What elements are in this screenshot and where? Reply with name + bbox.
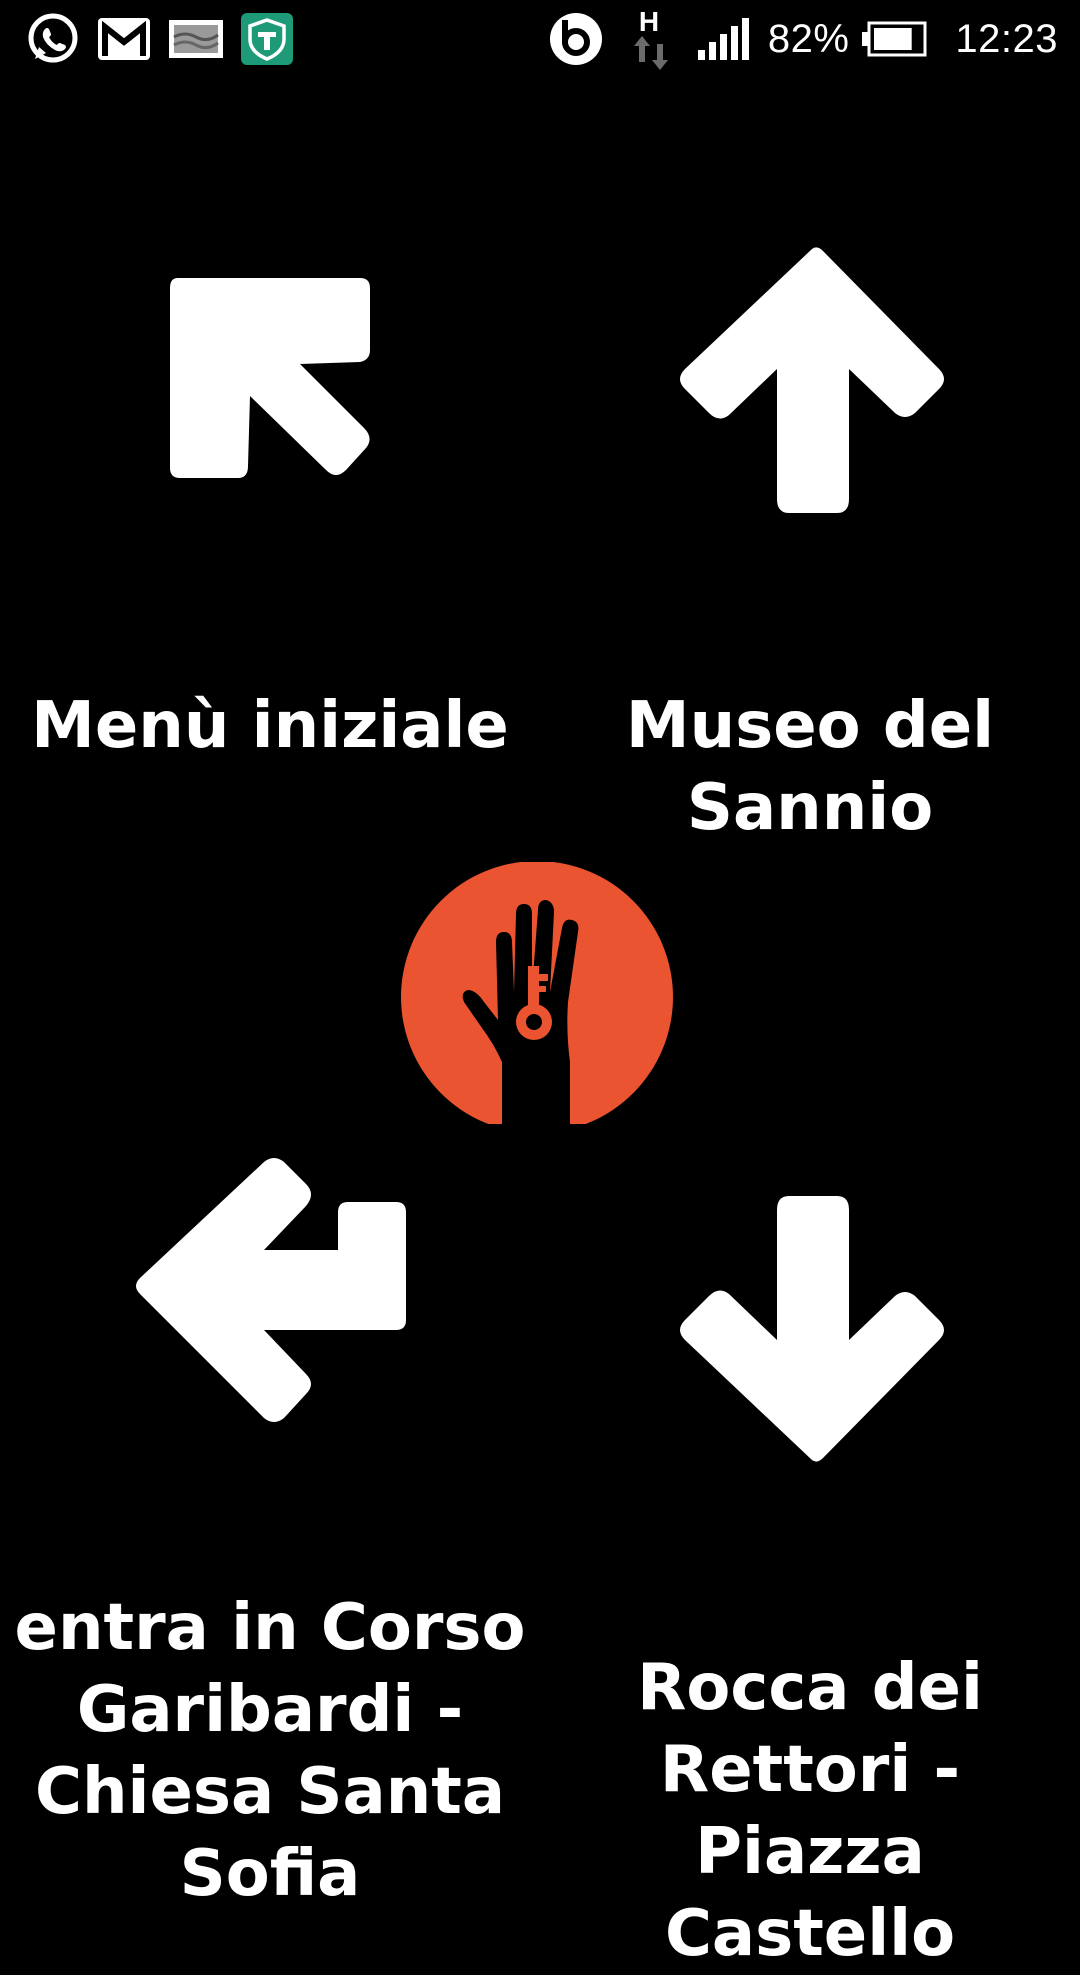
nav-label: Museo del Sannio — [625, 689, 995, 845]
nav-label: Menù iniziale — [31, 689, 509, 763]
h-network-data-icon: H — [630, 6, 674, 70]
signal-strength-icon — [696, 16, 754, 62]
whatsapp-icon — [22, 9, 82, 69]
arrow-turn-left-icon — [136, 1158, 406, 1422]
nav-label: Rocca dei Rettori - Piazza Castello — [637, 1651, 983, 1971]
shield-app-icon — [240, 12, 294, 66]
nav-rocca-dei-rettori-button[interactable]: Rocca dei Rettori - Piazza Castello — [540, 1170, 1080, 1971]
system-status: H 82% 12:23 — [548, 6, 1058, 70]
nav-menu-iniziale-button[interactable]: Menù iniziale — [0, 200, 540, 800]
gallery-notification-icon — [166, 15, 226, 63]
nav-label: entra in Corso Garibardi - Chiesa Santa … — [14, 1591, 526, 1911]
nav-corso-garibardi-button[interactable]: entra in Corso Garibardi - Chiesa Santa … — [0, 1140, 540, 1920]
battery-percent: 82% — [767, 16, 850, 61]
beats-audio-icon — [548, 11, 604, 67]
status-bar: H 82% 12:23 — [0, 0, 1080, 80]
notification-icons — [22, 10, 294, 68]
hand-key-logo-icon — [398, 861, 676, 1133]
nav-museo-del-sannio-button[interactable]: Museo del Sannio — [540, 200, 1080, 860]
battery-icon — [861, 21, 927, 57]
arrow-up-left-icon — [170, 278, 370, 478]
gmail-icon — [96, 14, 152, 64]
arrow-down-icon — [680, 1196, 944, 1462]
arrow-up-icon — [680, 247, 944, 513]
clock: 12:23 — [955, 16, 1058, 61]
